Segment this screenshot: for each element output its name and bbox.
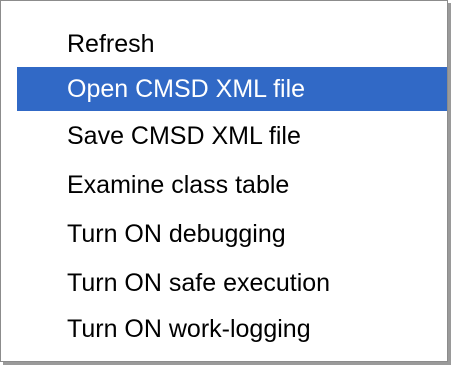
- menu-item-turn-on-debugging[interactable]: Turn ON debugging: [17, 212, 447, 256]
- menu-item-open-cmsd-xml-file[interactable]: Open CMSD XML file: [17, 67, 447, 111]
- menu-item-examine-class-table[interactable]: Examine class table: [17, 163, 447, 207]
- menu-item-refresh[interactable]: Refresh: [17, 22, 447, 66]
- menu-item-turn-on-work-logging[interactable]: Turn ON work-logging: [17, 307, 447, 351]
- menu-item-turn-on-safe-execution[interactable]: Turn ON safe execution: [17, 261, 447, 305]
- menu-item-save-cmsd-xml-file[interactable]: Save CMSD XML file: [17, 114, 447, 158]
- context-menu: Refresh Open CMSD XML file Save CMSD XML…: [0, 0, 448, 362]
